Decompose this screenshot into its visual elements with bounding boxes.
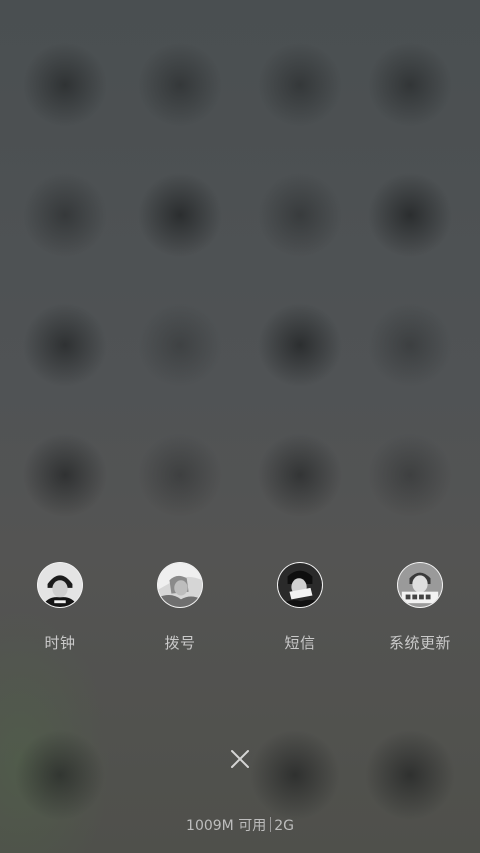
recent-app-clock[interactable]: 时钟 xyxy=(0,562,120,653)
app-label: 短信 xyxy=(284,634,316,652)
close-x-icon xyxy=(231,750,249,768)
app-thumbnail xyxy=(37,562,83,608)
memory-status: 1009M 可用 2G xyxy=(0,815,480,835)
recent-apps-row: 时钟 拨号 短信 系统更新 xyxy=(0,562,480,662)
app-thumbnail xyxy=(277,562,323,608)
recent-app-dialer[interactable]: 拨号 xyxy=(120,562,240,653)
memory-divider xyxy=(270,817,272,832)
profile-photo-icon xyxy=(158,563,202,607)
app-thumbnail xyxy=(157,562,203,608)
app-label: 时钟 xyxy=(44,634,76,652)
recent-app-system-update[interactable]: 系统更新 xyxy=(360,562,480,653)
app-thumbnail xyxy=(397,562,443,608)
profile-photo-icon xyxy=(398,563,442,607)
memory-total: 2G xyxy=(274,818,294,834)
blurred-home-background xyxy=(0,0,480,853)
app-label: 拨号 xyxy=(164,634,196,652)
recent-app-messages[interactable]: 短信 xyxy=(240,562,360,653)
profile-photo-icon xyxy=(38,563,82,607)
clear-all-button[interactable] xyxy=(224,743,256,775)
app-label: 系统更新 xyxy=(388,634,451,652)
profile-photo-icon xyxy=(278,563,322,607)
memory-available: 1009M 可用 xyxy=(186,818,267,834)
